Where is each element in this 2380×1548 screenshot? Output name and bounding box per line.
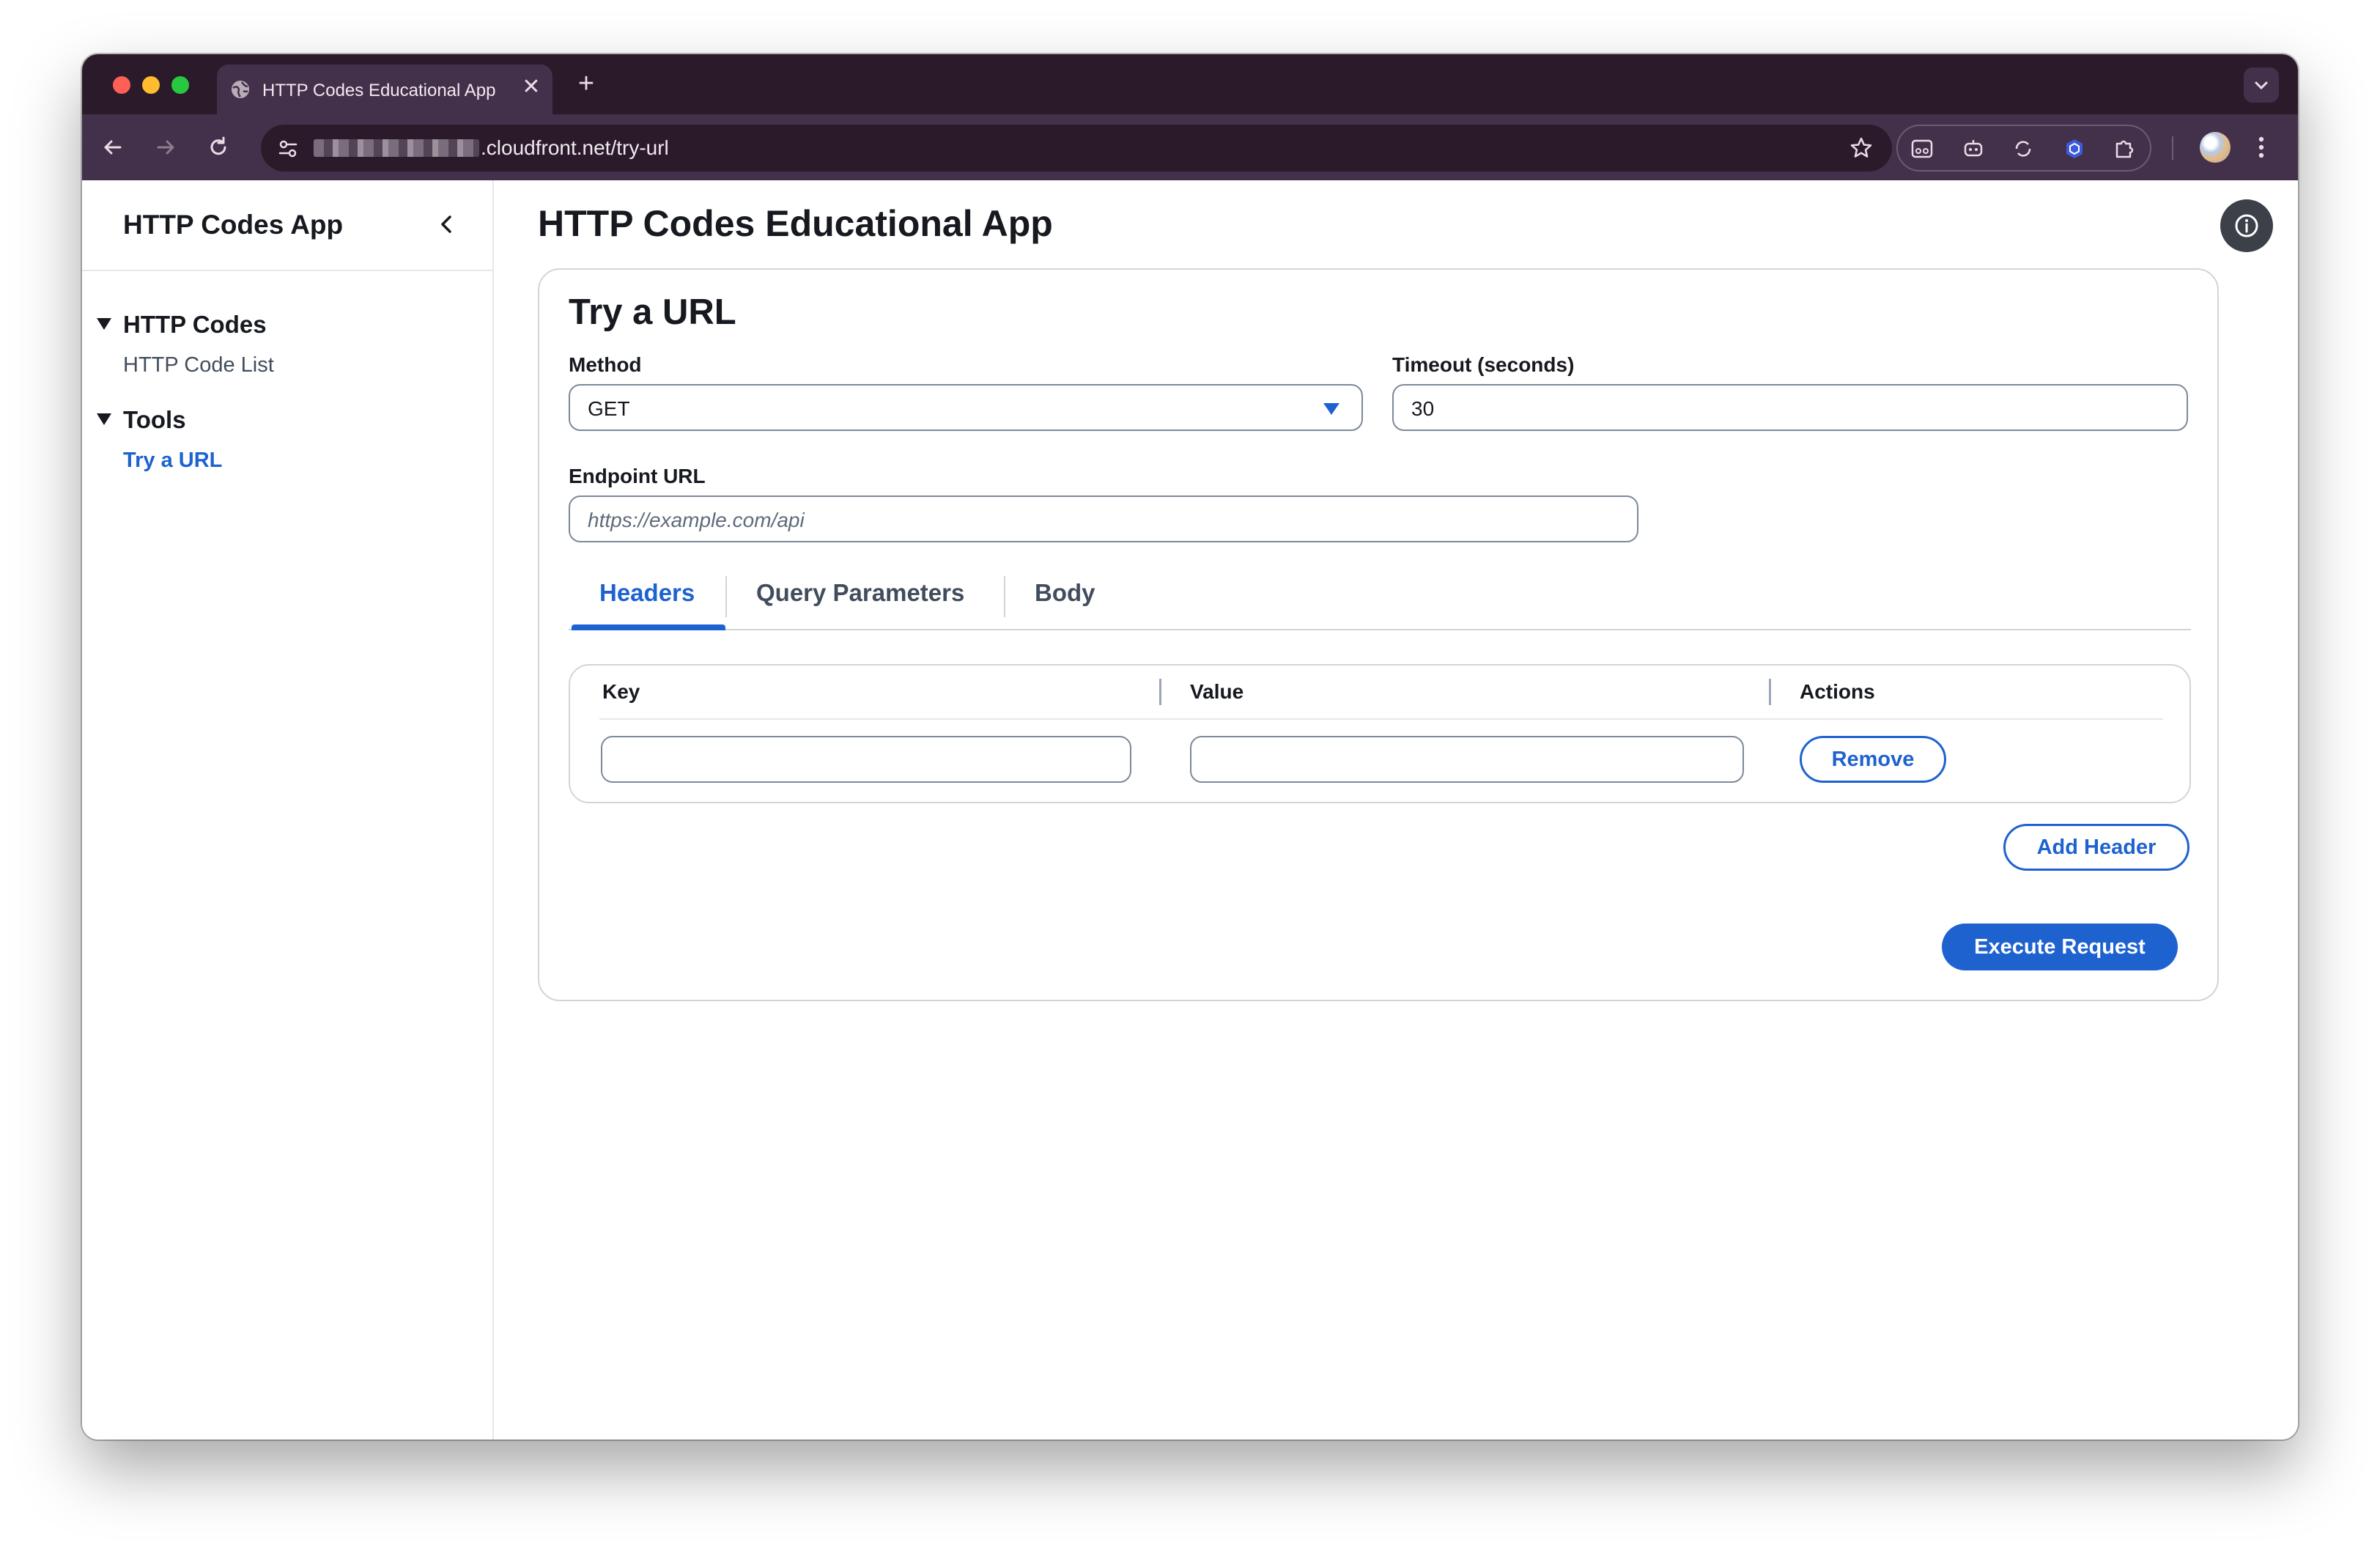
tab-title: HTTP Codes Educational App xyxy=(262,81,496,100)
maximize-window-button[interactable] xyxy=(171,76,189,94)
nav-link-http-code-list[interactable]: HTTP Code List xyxy=(123,353,274,377)
info-button[interactable] xyxy=(2220,199,2273,252)
nav-section-title[interactable]: HTTP Codes xyxy=(123,311,267,339)
browser-window: HTTP Codes Educational App ✕ + .cloudfro… xyxy=(82,54,2298,1440)
card-title: Try a URL xyxy=(569,292,736,332)
nav-link-try-a-url[interactable]: Try a URL xyxy=(123,449,222,473)
extensions-group xyxy=(1896,125,2151,172)
nav-section-title[interactable]: Tools xyxy=(123,406,186,434)
endpoint-url-input[interactable]: https://example.com/api xyxy=(569,495,1638,542)
column-header-actions: Actions xyxy=(1800,680,1875,703)
caret-down-icon xyxy=(1323,403,1339,415)
robot-extension-icon[interactable] xyxy=(1961,136,1986,161)
tab-strip: HTTP Codes Educational App ✕ + xyxy=(82,54,2298,114)
app-title: HTTP Codes App xyxy=(123,210,344,240)
profile-avatar[interactable] xyxy=(2200,132,2231,163)
close-window-button[interactable] xyxy=(113,76,130,94)
header-value-input[interactable] xyxy=(1190,736,1744,783)
minimize-window-button[interactable] xyxy=(142,76,160,94)
endpoint-label: Endpoint URL xyxy=(569,465,706,487)
toolbar-divider xyxy=(2172,136,2173,160)
caret-down-icon[interactable] xyxy=(97,413,111,425)
site-settings-icon[interactable] xyxy=(277,138,299,160)
column-resizer[interactable] xyxy=(1159,679,1161,705)
info-icon xyxy=(2235,214,2258,237)
timeout-input[interactable]: 30 xyxy=(1392,384,2188,431)
tab-body[interactable]: Body xyxy=(1035,579,1095,607)
new-tab-button[interactable]: + xyxy=(572,69,601,98)
timeout-label: Timeout (seconds) xyxy=(1392,353,1575,376)
tab-divider xyxy=(725,576,727,617)
active-tab-indicator xyxy=(572,624,725,630)
sidebar: HTTP Codes App HTTP Codes HTTP Code List… xyxy=(82,180,494,1440)
main-content: HTTP Codes Educational App Try a URL Met… xyxy=(495,180,2298,1440)
tab-headers[interactable]: Headers xyxy=(599,579,695,607)
add-header-button[interactable]: Add Header xyxy=(2003,824,2189,871)
tab-query-parameters[interactable]: Query Parameters xyxy=(756,579,964,607)
browser-tab[interactable]: HTTP Codes Educational App ✕ xyxy=(217,64,552,114)
request-tabs: Headers Query Parameters Body xyxy=(569,563,2191,630)
endpoint-placeholder: https://example.com/api xyxy=(588,509,805,531)
url-text: .cloudfront.net/try-url xyxy=(481,136,669,159)
puzzle-icon[interactable] xyxy=(2112,136,2137,161)
method-value: GET xyxy=(588,397,630,420)
headers-table: Key Value Actions Remove xyxy=(569,664,2191,803)
back-icon[interactable] xyxy=(98,133,128,162)
menu-kebab-icon[interactable] xyxy=(2248,132,2274,163)
timeout-value: 30 xyxy=(1411,397,1435,420)
forward-icon[interactable] xyxy=(151,133,180,162)
collapse-sidebar-icon[interactable] xyxy=(434,211,460,237)
tab-close-icon[interactable]: ✕ xyxy=(520,76,542,98)
column-resizer[interactable] xyxy=(1769,679,1771,705)
globe-icon xyxy=(232,81,249,98)
address-bar[interactable]: .cloudfront.net/try-url xyxy=(261,125,1892,172)
column-header-value: Value xyxy=(1190,680,1244,703)
remove-header-button[interactable]: Remove xyxy=(1800,736,1946,783)
column-header-key: Key xyxy=(602,680,640,703)
page-title: HTTP Codes Educational App xyxy=(538,203,1053,244)
tab-search-button[interactable] xyxy=(2244,67,2279,103)
url-redacted xyxy=(314,139,479,157)
execute-request-button[interactable]: Execute Request xyxy=(1942,924,2178,970)
browser-toolbar: .cloudfront.net/try-url xyxy=(82,114,2298,180)
bookmark-star-icon[interactable] xyxy=(1848,135,1874,161)
reload-icon[interactable] xyxy=(204,133,233,162)
caret-down-icon[interactable] xyxy=(97,318,111,330)
method-label: Method xyxy=(569,353,642,376)
method-select[interactable]: GET xyxy=(569,384,1363,431)
header-key-input[interactable] xyxy=(601,736,1131,783)
sync-extension-icon[interactable] xyxy=(2011,136,2036,161)
try-url-card: Try a URL Method GET Timeout (seconds) 3… xyxy=(538,268,2219,1001)
app-viewport: HTTP Codes App HTTP Codes HTTP Code List… xyxy=(82,180,2298,1440)
tab-divider xyxy=(1004,576,1005,617)
chevron-down-icon xyxy=(2255,81,2268,90)
sidebar-header: HTTP Codes App xyxy=(82,180,492,271)
reader-extension-icon[interactable] xyxy=(1910,136,1934,161)
shield-extension-icon[interactable] xyxy=(2062,136,2087,161)
table-header-divider xyxy=(599,718,2163,720)
